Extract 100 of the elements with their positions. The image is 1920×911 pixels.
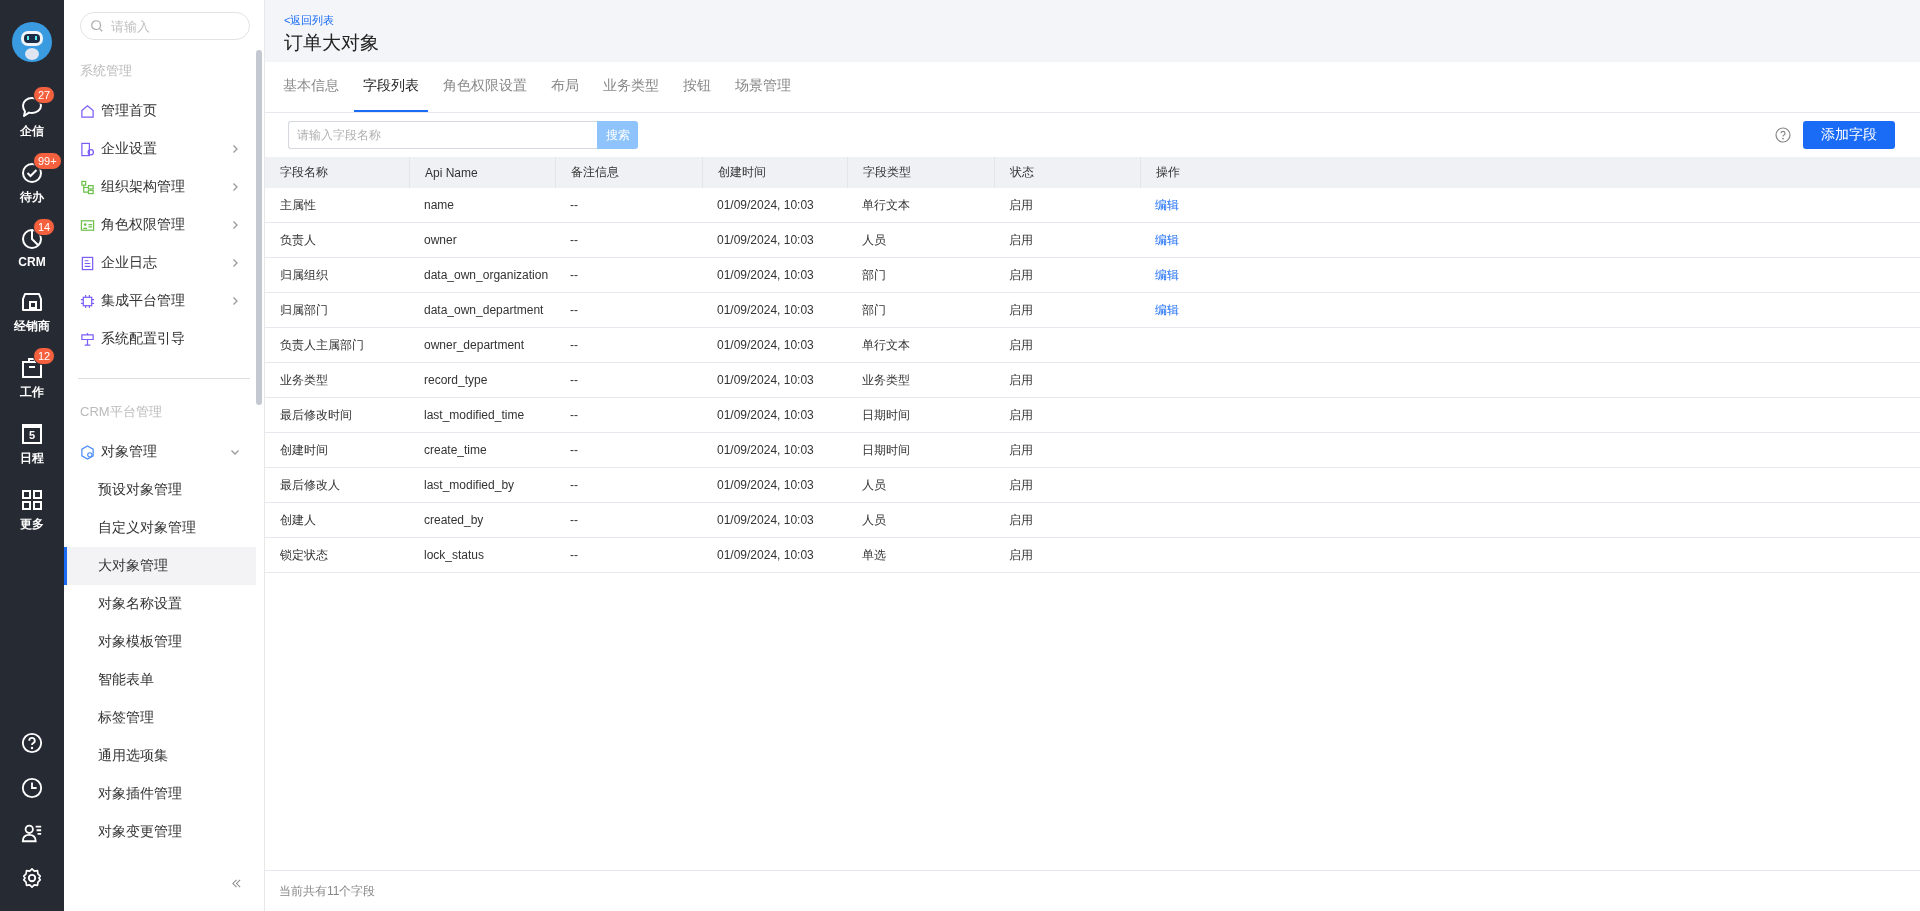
tab[interactable]: 业务类型 [594,62,668,112]
menu-item[interactable]: 角色权限管理 [64,206,256,244]
table-cell-text: 最后修改时间 [279,406,353,424]
settings-icon[interactable] [21,867,43,889]
table-cell-text: 启用 [1008,511,1034,529]
menu-item[interactable]: 企业设置 [64,130,256,168]
table-cell-text: 业务类型 [861,371,911,389]
menu-item[interactable]: 组织架构管理 [64,168,256,206]
submenu-item[interactable]: 预设对象管理 [64,471,256,509]
count-badge: 99+ [33,152,62,170]
table-cell-text: 01/09/2024, 10:03 [716,548,815,562]
table-cell-text: 01/09/2024, 10:03 [716,268,815,282]
rail-nav-item[interactable]: 经销商 [0,285,64,339]
menu-item[interactable]: 集成平台管理 [64,282,256,320]
chip-icon [80,293,95,309]
edit-link[interactable]: 编辑 [1155,267,1179,282]
table-cell-text: -- [569,513,579,527]
table-cell-text: 启用 [1008,441,1034,459]
section-heading: CRM平台管理 [79,403,163,421]
table-cell-text: 归属组织 [279,266,329,284]
table-cell-text: 启用 [1008,301,1034,319]
menu-item[interactable]: 对象管理 [64,433,256,471]
search-field[interactable]: 请输入 [80,12,250,40]
rail-nav-item[interactable]: 5 日程 [0,417,64,471]
submenu-item[interactable]: 智能表单 [64,661,256,699]
table-cell-text: 启用 [1008,336,1034,354]
table-cell-text: 日期时间 [861,441,911,459]
table-cell-text: 启用 [1008,546,1034,564]
edit-link[interactable]: 编辑 [1155,232,1179,247]
table-cell-text: 最后修改人 [279,476,341,494]
submenu-item[interactable]: 对象变更管理 [64,813,256,851]
table-cell-text: 01/09/2024, 10:03 [716,338,815,352]
tab[interactable]: 基本信息 [274,62,348,112]
tab[interactable]: 布局 [542,62,588,112]
collapse-icon[interactable] [231,878,242,889]
submenu-item[interactable]: 对象插件管理 [64,775,256,813]
table-cell-text: owner [423,233,458,247]
submenu-item[interactable]: 对象模板管理 [64,623,256,661]
table-cell-text: 启用 [1008,231,1034,249]
robot-avatar-icon[interactable] [12,22,52,62]
table-cell-text: 人员 [861,476,887,494]
table-cell-text: owner_department [423,338,526,352]
count-badge: 14 [33,218,56,236]
table-cell-text: last_modified_time [423,408,526,422]
tab[interactable]: 角色权限设置 [434,62,536,112]
table-cell-text: 日期时间 [861,406,911,424]
column-header: 备注信息 [555,157,702,188]
table-cell-text: data_own_organization [423,268,550,282]
building-gear-icon [80,141,95,157]
rail-nav-item[interactable]: 更多 [0,483,64,537]
column-header: 状态 [994,157,1140,188]
table-cell-text: 负责人主属部门 [279,336,365,354]
column-header: 字段类型 [847,157,994,188]
tab[interactable]: 按钮 [674,62,720,112]
table-cell-text: 启用 [1008,371,1034,389]
table-cell-text: -- [569,408,579,422]
submenu-item[interactable]: 标签管理 [64,699,256,737]
table-cell-text: 01/09/2024, 10:03 [716,478,815,492]
add-field-button[interactable]: 添加字段 [1803,121,1895,149]
table-cell-text: 创建时间 [279,441,329,459]
menu-item[interactable]: 企业日志 [64,244,256,282]
tab[interactable]: 场景管理 [726,62,800,112]
table-cell-text: 01/09/2024, 10:03 [716,513,815,527]
table-cell-text: 部门 [861,266,887,284]
submenu-item[interactable]: 大对象管理 [64,547,256,585]
signpost-icon [80,331,95,347]
submenu-item[interactable]: 对象名称设置 [64,585,256,623]
table-cell-text: -- [569,548,579,562]
table-cell-text: -- [569,443,579,457]
table-cell-text: 01/09/2024, 10:03 [716,303,815,317]
table-cell-text: 01/09/2024, 10:03 [716,443,815,457]
store-icon [20,290,44,314]
table-cell-text: lock_status [423,548,486,562]
page-title: 订单大对象 [284,31,380,55]
edit-link[interactable]: 编辑 [1155,197,1179,212]
submenu-item[interactable]: 自定义对象管理 [64,509,256,547]
table-cell-text: 启用 [1008,406,1034,424]
search-field[interactable]: 请输入字段名称 [288,121,597,149]
tab[interactable]: 字段列表 [354,62,428,112]
id-card-icon [80,217,95,233]
table-cell-text: 单选 [861,546,887,564]
menu-item[interactable]: 系统配置引导 [64,320,256,358]
table-cell-text: -- [569,373,579,387]
org-chart-icon [80,179,95,195]
table-cell-text: 部门 [861,301,887,319]
edit-link[interactable]: 编辑 [1155,302,1179,317]
table-cell-text: record_type [423,373,489,387]
column-header: 创建时间 [702,157,847,188]
table-cell-text: -- [569,478,579,492]
calendar-icon: 5 [22,424,42,444]
back-link[interactable]: <返回列表 [284,13,335,28]
column-header: 操作 [1140,157,1920,188]
menu-item[interactable]: 管理首页 [64,92,256,130]
user-list-icon[interactable] [21,822,43,844]
table-cell-text: -- [569,338,579,352]
table-cell-text: created_by [423,513,485,527]
clock-icon[interactable] [21,777,43,799]
table-cell-text: create_time [423,443,488,457]
submenu-item[interactable]: 通用选项集 [64,737,256,775]
grid-icon [20,488,44,512]
